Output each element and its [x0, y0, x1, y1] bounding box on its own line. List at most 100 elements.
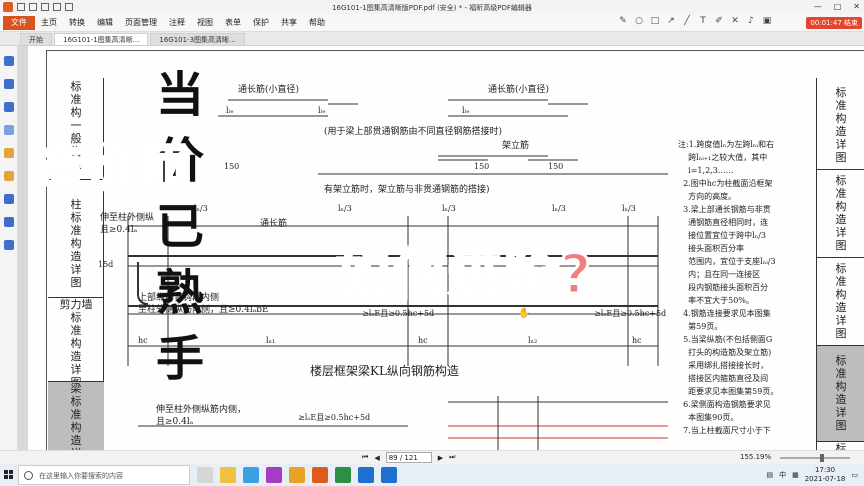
- note-line: 5.当梁纵筋(不包括侧面G: [678, 335, 773, 344]
- menu-protect[interactable]: 保护: [247, 17, 275, 28]
- rectangle-icon[interactable]: □: [650, 16, 660, 26]
- task-view-icon[interactable]: [197, 467, 213, 483]
- comments-icon[interactable]: [4, 125, 14, 135]
- delete-icon[interactable]: ✕: [730, 16, 740, 26]
- overlay-right-title: 如何进阶?: [334, 242, 594, 308]
- signature-icon[interactable]: [4, 194, 14, 204]
- file-explorer-icon[interactable]: [220, 467, 236, 483]
- menu-bar: 文件 主页 转换 编辑 页面管理 注释 视图 表单 保护 共享 帮助 ✎ ○ □…: [0, 14, 864, 32]
- menu-view[interactable]: 视图: [191, 17, 219, 28]
- menu-file[interactable]: 文件: [3, 15, 35, 30]
- note-line: 采用绑扎搭接接长时，: [678, 361, 769, 370]
- menu-edit[interactable]: 编辑: [91, 17, 119, 28]
- note-line: 跨lₙᵢ₊₁之较大值，其中: [678, 153, 768, 162]
- form-icon[interactable]: [4, 217, 14, 227]
- note-line: 6.梁侧面构造钢筋要求见: [678, 400, 771, 409]
- foxit-pdf-icon[interactable]: [312, 467, 328, 483]
- maximize-button[interactable]: □: [834, 2, 842, 11]
- dim-hc-1: hc: [138, 336, 148, 345]
- circle-icon[interactable]: ○: [634, 16, 644, 26]
- tab-start[interactable]: 开始: [20, 33, 52, 45]
- notification-icon[interactable]: ▭: [851, 471, 858, 479]
- app-blue2-icon[interactable]: [381, 467, 397, 483]
- menu-comment[interactable]: 注释: [163, 17, 191, 28]
- note-line: 率不宜大于50%。: [678, 296, 754, 305]
- last-page-icon[interactable]: ⏭: [449, 453, 455, 462]
- pen-icon[interactable]: ✎: [618, 16, 628, 26]
- security-lock-icon[interactable]: [4, 171, 14, 181]
- ime-indicator[interactable]: 中: [779, 470, 786, 480]
- note-line: 接头面积百分率: [678, 244, 745, 253]
- note-line: 打头的构造筋及架立筋): [678, 348, 772, 357]
- note-column-outer-2: 且≥0.4lₐ: [100, 225, 138, 235]
- line-icon[interactable]: ╱: [682, 16, 692, 26]
- dim-ln2: lₙ₂: [528, 336, 538, 345]
- note-line: 范围内，宜位于支座lₙᵢ/3: [678, 257, 776, 266]
- app-g-icon[interactable]: [266, 467, 282, 483]
- tools-icon[interactable]: [4, 240, 14, 250]
- dim-lle-3: lₗₑ: [462, 106, 470, 115]
- arrow-icon[interactable]: ↗: [666, 16, 676, 26]
- dim-hc-2: hc: [418, 336, 428, 345]
- hand-icon[interactable]: [4, 56, 14, 66]
- overlay-main-title: 造价师: [33, 138, 188, 199]
- highlighter-icon[interactable]: ✐: [714, 16, 724, 26]
- first-page-icon[interactable]: ⏮: [362, 453, 368, 462]
- layers-icon[interactable]: [4, 102, 14, 112]
- menu-home[interactable]: 主页: [35, 17, 63, 28]
- apps-icon[interactable]: ▦: [792, 471, 799, 479]
- network-icon[interactable]: ▤: [766, 471, 773, 479]
- chrome-icon[interactable]: [289, 467, 305, 483]
- menu-form[interactable]: 表单: [219, 17, 247, 28]
- dim-hc-3: hc: [632, 336, 642, 345]
- app-t-icon[interactable]: [243, 467, 259, 483]
- dim-150-1: 150: [224, 162, 240, 171]
- menu-convert[interactable]: 转换: [63, 17, 91, 28]
- note-line: 接位置宜位于跨中lₙ/3: [678, 231, 766, 240]
- note-line: 搭接区内箍筋直径及间: [678, 374, 769, 383]
- label-jialijin: 架立筋: [502, 141, 530, 151]
- next-page-icon[interactable]: ▶: [438, 454, 443, 462]
- menu-help[interactable]: 帮助: [303, 17, 331, 28]
- menu-page-manage[interactable]: 页面管理: [119, 17, 163, 28]
- zoom-slider-thumb[interactable]: [820, 454, 824, 462]
- status-bar: ⏮ ◀ 89 / 121 ▶ ⏭ 155.19%: [0, 450, 864, 464]
- pages-icon[interactable]: [4, 79, 14, 89]
- close-button[interactable]: ✕: [853, 2, 860, 11]
- note-line: 4.钢筋连接要求见本图集: [678, 309, 771, 318]
- prev-page-icon[interactable]: ◀: [374, 454, 379, 462]
- dim-150-2: 150: [474, 162, 490, 171]
- note-line: 内；且在同一连接区: [678, 270, 761, 279]
- dim-ln3-2: lₙ/3: [338, 204, 352, 213]
- minimize-button[interactable]: —: [814, 2, 822, 11]
- camera-icon[interactable]: ▣: [762, 16, 772, 26]
- clock[interactable]: 17:30 2021-07-18: [805, 466, 846, 484]
- note-line: 段内钢筋接头面积百分: [678, 283, 769, 292]
- dim-lle-2: lₗₑ: [318, 106, 326, 115]
- note-line: i=1,2,3……: [678, 166, 734, 175]
- recording-badge[interactable]: 00:01:47 结束: [806, 17, 862, 29]
- hand-cursor-icon: ✋: [518, 308, 531, 319]
- taskbar: 在这里输入你要搜索的内容 ▤ 中 ▦ 17:30 2021-07-18 ▭: [0, 464, 864, 486]
- zoom-level[interactable]: 155.19%: [740, 453, 771, 461]
- app-blue-icon[interactable]: [358, 467, 374, 483]
- tab-16g101-3[interactable]: 16G101-3图集高清晰...: [150, 33, 245, 45]
- dim-lle-1: lₗₑ: [226, 106, 234, 115]
- dim-ln3-5: lₙ/3: [622, 204, 636, 213]
- note-line: 本图集90页。: [678, 413, 739, 422]
- taskbar-search-input[interactable]: 在这里输入你要搜索的内容: [18, 465, 190, 485]
- app-green-icon[interactable]: [335, 467, 351, 483]
- zoom-slider[interactable]: [780, 454, 850, 462]
- text-icon[interactable]: T: [698, 16, 708, 26]
- windows-start-icon[interactable]: [0, 464, 18, 486]
- attachment-icon[interactable]: [4, 148, 14, 158]
- overlay-vertical-text: 当 价 已 熟 手: [155, 67, 204, 387]
- menu-share[interactable]: 共享: [275, 17, 303, 28]
- page-navigator: ⏮ ◀ 89 / 121 ▶ ⏭: [362, 452, 455, 463]
- tab-bar: 开始 16G101-1图集高清晰... 16G101-3图集高清晰...: [0, 32, 864, 46]
- page-number-input[interactable]: 89 / 121: [385, 452, 432, 463]
- note-bottom-2: 且≥0.4lₐ: [156, 417, 194, 427]
- dim-lae-2: ≥lₐE且≥0.5hc+5d: [594, 309, 667, 318]
- tab-16g101-1[interactable]: 16G101-1图集高清晰...: [54, 33, 149, 45]
- volume-icon[interactable]: ♪: [746, 16, 756, 26]
